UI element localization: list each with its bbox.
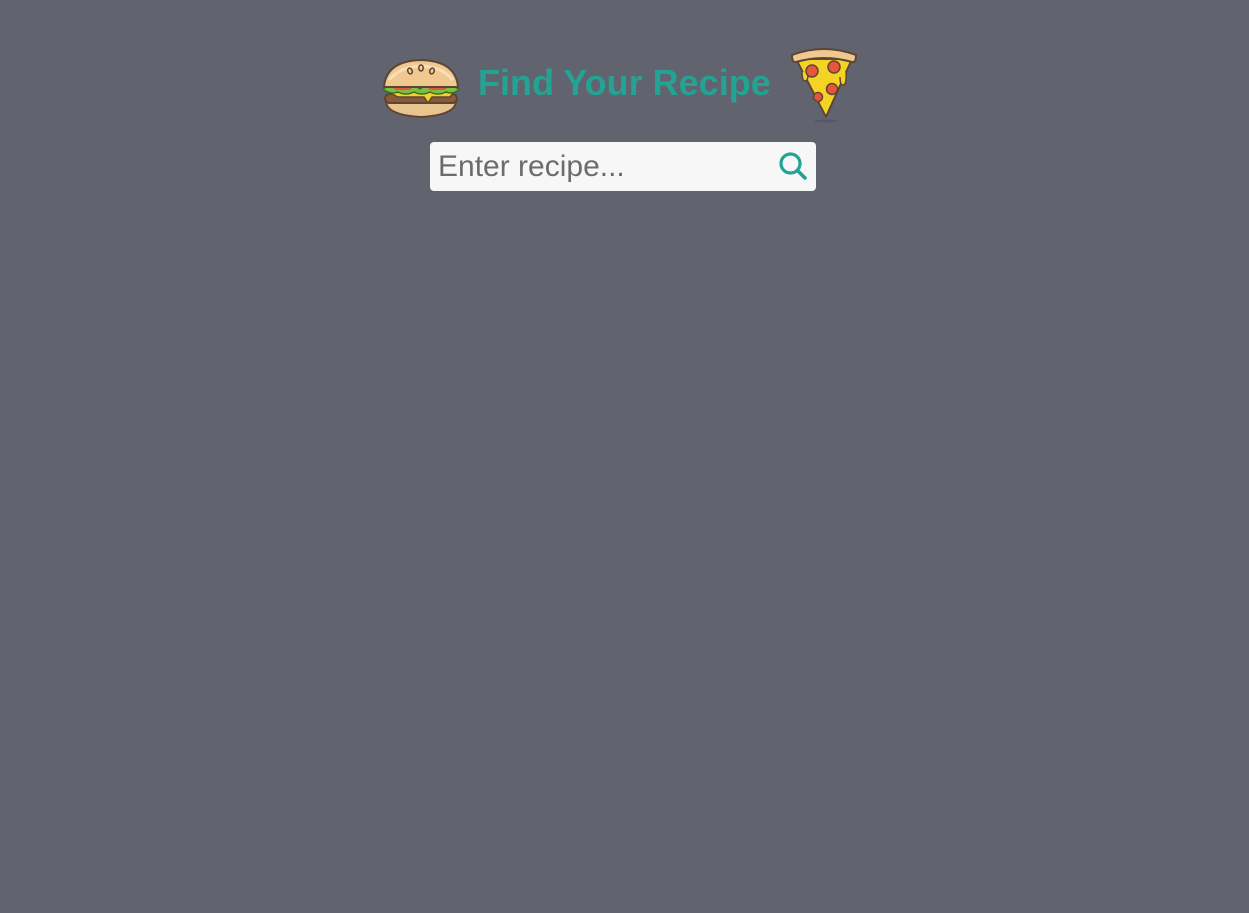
pizza-icon (788, 45, 860, 123)
page-title: Find Your Recipe (478, 62, 771, 103)
search-input[interactable] (430, 142, 770, 191)
page-header: Find Your Recipe (0, 0, 1249, 130)
search-button[interactable] (776, 149, 810, 183)
search-icon (779, 152, 807, 180)
burger-icon (380, 57, 462, 121)
search-box (430, 142, 816, 191)
